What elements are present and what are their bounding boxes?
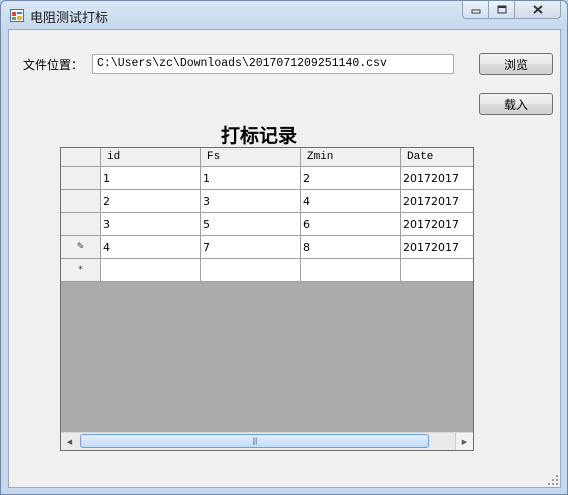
close-button[interactable]: [515, 1, 561, 19]
cell-fs[interactable]: 7: [201, 236, 301, 259]
column-header-date[interactable]: Date: [401, 148, 473, 167]
cell-id[interactable]: 2: [101, 190, 201, 213]
table-row[interactable]: 1 1 2 20172017: [61, 167, 473, 190]
browse-button[interactable]: 浏览: [479, 53, 553, 75]
cell-id[interactable]: 1: [101, 167, 201, 190]
file-location-label: 文件位置：: [23, 58, 84, 72]
cell-id[interactable]: 4: [101, 236, 201, 259]
cell-date[interactable]: 20172017: [401, 213, 473, 236]
cell-date[interactable]: 20172017: [401, 167, 473, 190]
scroll-grip-icon: |||: [252, 437, 257, 445]
close-icon: [532, 5, 543, 14]
row-header[interactable]: [61, 213, 101, 236]
form-client-area: 文件位置： C:\Users\zc\Downloads\201707120925…: [8, 29, 561, 488]
new-cell-zmin[interactable]: [301, 259, 401, 282]
new-row-asterisk-icon: *: [78, 265, 83, 275]
cell-fs[interactable]: 1: [201, 167, 301, 190]
cell-zmin[interactable]: 6: [301, 213, 401, 236]
minimize-button[interactable]: [462, 1, 489, 19]
new-cell-id[interactable]: [101, 259, 201, 282]
row-header-editing[interactable]: ✎: [61, 236, 101, 259]
cell-fs[interactable]: 3: [201, 190, 301, 213]
new-row[interactable]: *: [61, 259, 473, 282]
grid-title: 打标记录: [220, 125, 297, 147]
cell-date[interactable]: 20172017: [401, 190, 473, 213]
app-window-icon: [10, 9, 24, 22]
cell-fs[interactable]: 5: [201, 213, 301, 236]
scroll-thumb[interactable]: |||: [80, 434, 429, 448]
new-cell-fs[interactable]: [201, 259, 301, 282]
new-cell-date[interactable]: [401, 259, 473, 282]
cell-zmin[interactable]: 4: [301, 190, 401, 213]
maximize-button[interactable]: [489, 1, 515, 19]
resize-grip-icon[interactable]: [548, 475, 558, 485]
cell-zmin[interactable]: 2: [301, 167, 401, 190]
table-row[interactable]: 2 3 4 20172017: [61, 190, 473, 213]
table-row[interactable]: ✎ 4 7 8 20172017: [61, 236, 473, 259]
row-header-new[interactable]: *: [61, 259, 101, 282]
column-header-fs[interactable]: Fs: [201, 148, 301, 167]
file-path-input[interactable]: C:\Users\zc\Downloads\2017071209251140.c…: [92, 54, 454, 74]
grid-corner-header[interactable]: [61, 148, 101, 167]
load-button[interactable]: 载入: [479, 93, 553, 115]
window-title: 电阻测试打标: [30, 11, 109, 26]
cell-id[interactable]: 3: [101, 213, 201, 236]
cell-date[interactable]: 20172017: [401, 236, 473, 259]
row-header[interactable]: [61, 190, 101, 213]
scroll-left-arrow-icon[interactable]: ◀: [61, 433, 78, 450]
maximize-icon: [497, 5, 506, 14]
table-row[interactable]: 3 5 6 20172017: [61, 213, 473, 236]
cell-zmin[interactable]: 8: [301, 236, 401, 259]
column-header-id[interactable]: id: [101, 148, 201, 167]
main-window: 电阻测试打标 文件位置： C:\Users\zc\Downloads\20170…: [0, 0, 568, 495]
row-header[interactable]: [61, 167, 101, 190]
horizontal-scrollbar[interactable]: ◀ ||| ▶: [61, 432, 473, 450]
pencil-icon: ✎: [76, 242, 85, 252]
minimize-icon: [471, 9, 480, 13]
data-grid[interactable]: id Fs Zmin Date 1 1 2 20172017 2 3 4 201…: [60, 147, 474, 451]
caption-buttons: [462, 1, 561, 20]
column-header-zmin[interactable]: Zmin: [301, 148, 401, 167]
grid-header-row: id Fs Zmin Date: [61, 148, 473, 167]
scroll-right-arrow-icon[interactable]: ▶: [455, 433, 473, 450]
title-bar[interactable]: 电阻测试打标: [1, 1, 567, 29]
